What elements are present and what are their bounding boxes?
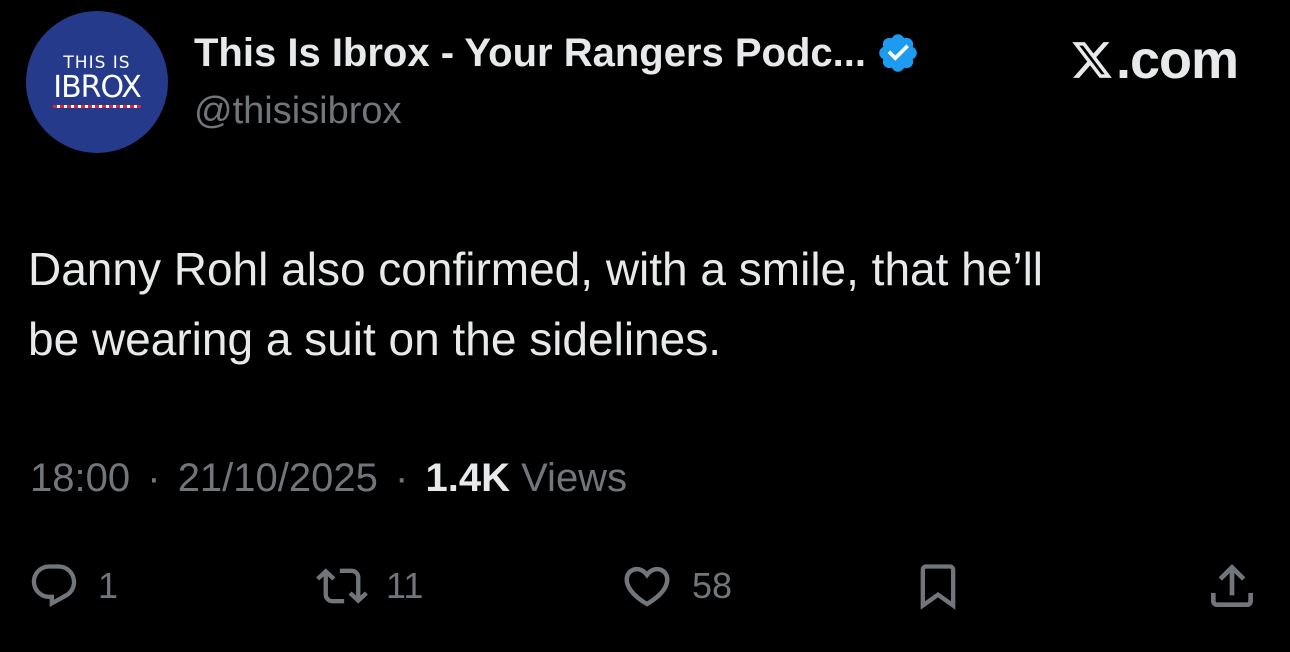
account-handle[interactable]: @thisisibrox [194,90,402,133]
reply-button[interactable]: 1 [28,556,118,616]
like-count: 58 [692,565,733,606]
avatar[interactable]: THIS IS IBROX [26,11,168,153]
like-button[interactable]: 58 [620,556,732,616]
tweet-text: Danny Rohl also confirmed, with a smile,… [28,243,1044,365]
display-name-row: This Is Ibrox - Your Rangers Podc... [194,28,920,78]
brand-label: .com [1115,30,1239,90]
bookmark-icon [920,564,956,610]
display-name[interactable]: This Is Ibrox - Your Rangers Podc... [194,31,866,76]
verified-badge-icon [879,34,917,72]
views-label: Views [521,456,628,500]
bookmark-button[interactable] [912,556,964,616]
speech-bubble-icon [31,564,77,608]
reply-count: 1 [98,565,119,606]
repost-button[interactable]: 11 [316,556,423,616]
avatar-main-text: IBROX [53,70,142,105]
tweet-date[interactable]: 21/10/2025 [178,456,378,500]
meta-separator: · [395,456,409,500]
tweet-meta: 18:00 · 21/10/2025 · 1.4K Views [30,456,627,501]
heart-icon [624,566,670,607]
tweet-time[interactable]: 18:00 [30,456,130,500]
repost-arrows-icon [316,568,368,604]
share-button[interactable] [1204,556,1260,616]
avatar-stripe [53,105,141,108]
brand-watermark: .com [1070,30,1239,90]
views-count: 1.4K [425,456,510,500]
x-logo-icon [1072,42,1112,78]
repost-count: 11 [386,565,424,606]
share-upload-icon [1211,564,1253,607]
meta-separator: · [147,456,161,500]
